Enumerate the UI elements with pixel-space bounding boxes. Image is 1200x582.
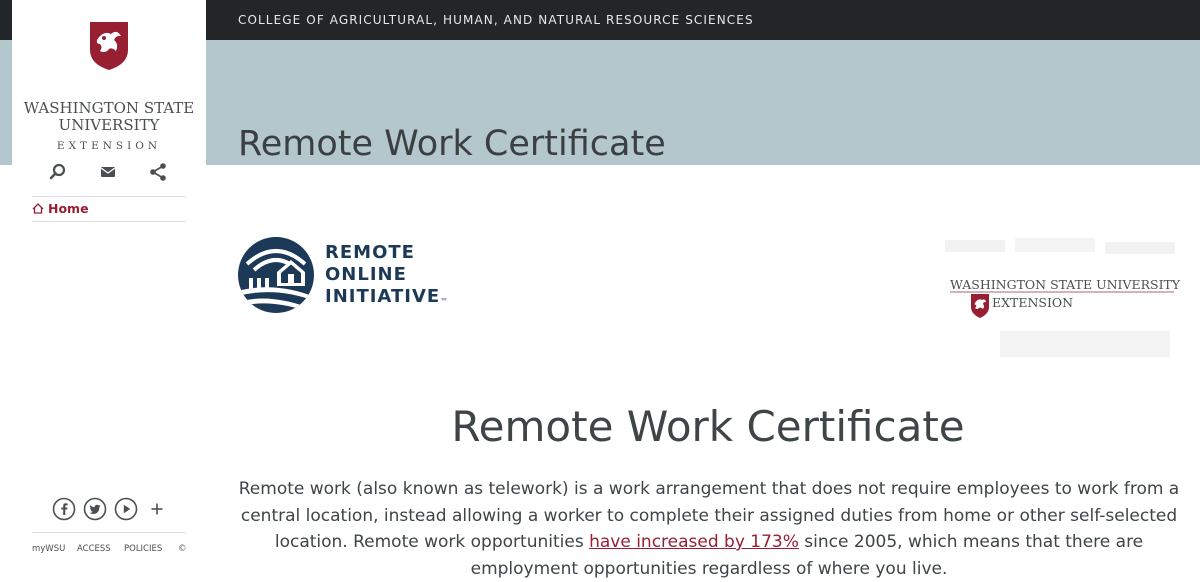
footer-link-access[interactable]: ACCESS <box>77 544 111 554</box>
main-heading: Remote Work Certificate <box>451 402 965 451</box>
college-link[interactable]: COLLEGE OF AGRICULTURAL, HUMAN, AND NATU… <box>238 13 754 27</box>
search-icon[interactable] <box>46 160 70 184</box>
roi-line1: REMOTE <box>325 242 415 263</box>
footer-link-copyright[interactable]: © <box>178 544 187 554</box>
logo-university-line1: WASHINGTON STATE <box>23 99 195 117</box>
share-icon[interactable] <box>146 160 170 184</box>
wsu-extension-logo[interactable]: WASHINGTON STATE UNIVERSITY EXTENSION <box>12 20 206 152</box>
roi-line2: ONLINE <box>325 264 407 285</box>
wsu-extension-ext: EXTENSION <box>992 295 1074 310</box>
footer-link-policies[interactable]: POLICIES <box>124 544 162 554</box>
youtube-icon[interactable] <box>114 497 138 521</box>
sidebar-divider <box>32 532 186 533</box>
sidebar-item-home-label: Home <box>48 201 89 216</box>
social-links <box>52 497 192 521</box>
logo-university-line2: UNIVERSITY <box>58 116 160 134</box>
utility-icons <box>32 160 206 184</box>
wsu-shield-icon <box>971 294 989 318</box>
sidebar-item-home[interactable]: Home <box>32 201 89 216</box>
roi-line3: INITIATIVE <box>325 286 441 307</box>
sidebar-divider <box>32 221 186 222</box>
footer-link-mywsu[interactable]: myWSU <box>32 544 65 554</box>
logo-extension: EXTENSION <box>56 140 162 152</box>
twitter-icon[interactable] <box>83 497 107 521</box>
wsu-extension-name: WASHINGTON STATE UNIVERSITY <box>950 277 1181 292</box>
page-title: Remote Work Certificate <box>238 124 666 164</box>
facebook-icon[interactable] <box>52 497 76 521</box>
wsu-shield-icon <box>90 22 128 70</box>
roi-emblem-icon <box>238 237 314 313</box>
mail-icon[interactable] <box>96 160 120 184</box>
plus-icon[interactable] <box>145 497 169 521</box>
home-icon <box>32 203 44 214</box>
intro-paragraph: Remote work (also known as telework) is … <box>238 476 1180 582</box>
sidebar-divider <box>32 196 186 197</box>
sidebar: WASHINGTON STATE UNIVERSITY EXTENSION Ho… <box>12 0 206 564</box>
roi-wordmark: REMOTE ONLINE INITIATIVE™ <box>325 242 448 313</box>
remote-work-stat-link[interactable]: have increased by 173% <box>589 532 799 552</box>
roi-trademark: ™ <box>440 297 449 306</box>
